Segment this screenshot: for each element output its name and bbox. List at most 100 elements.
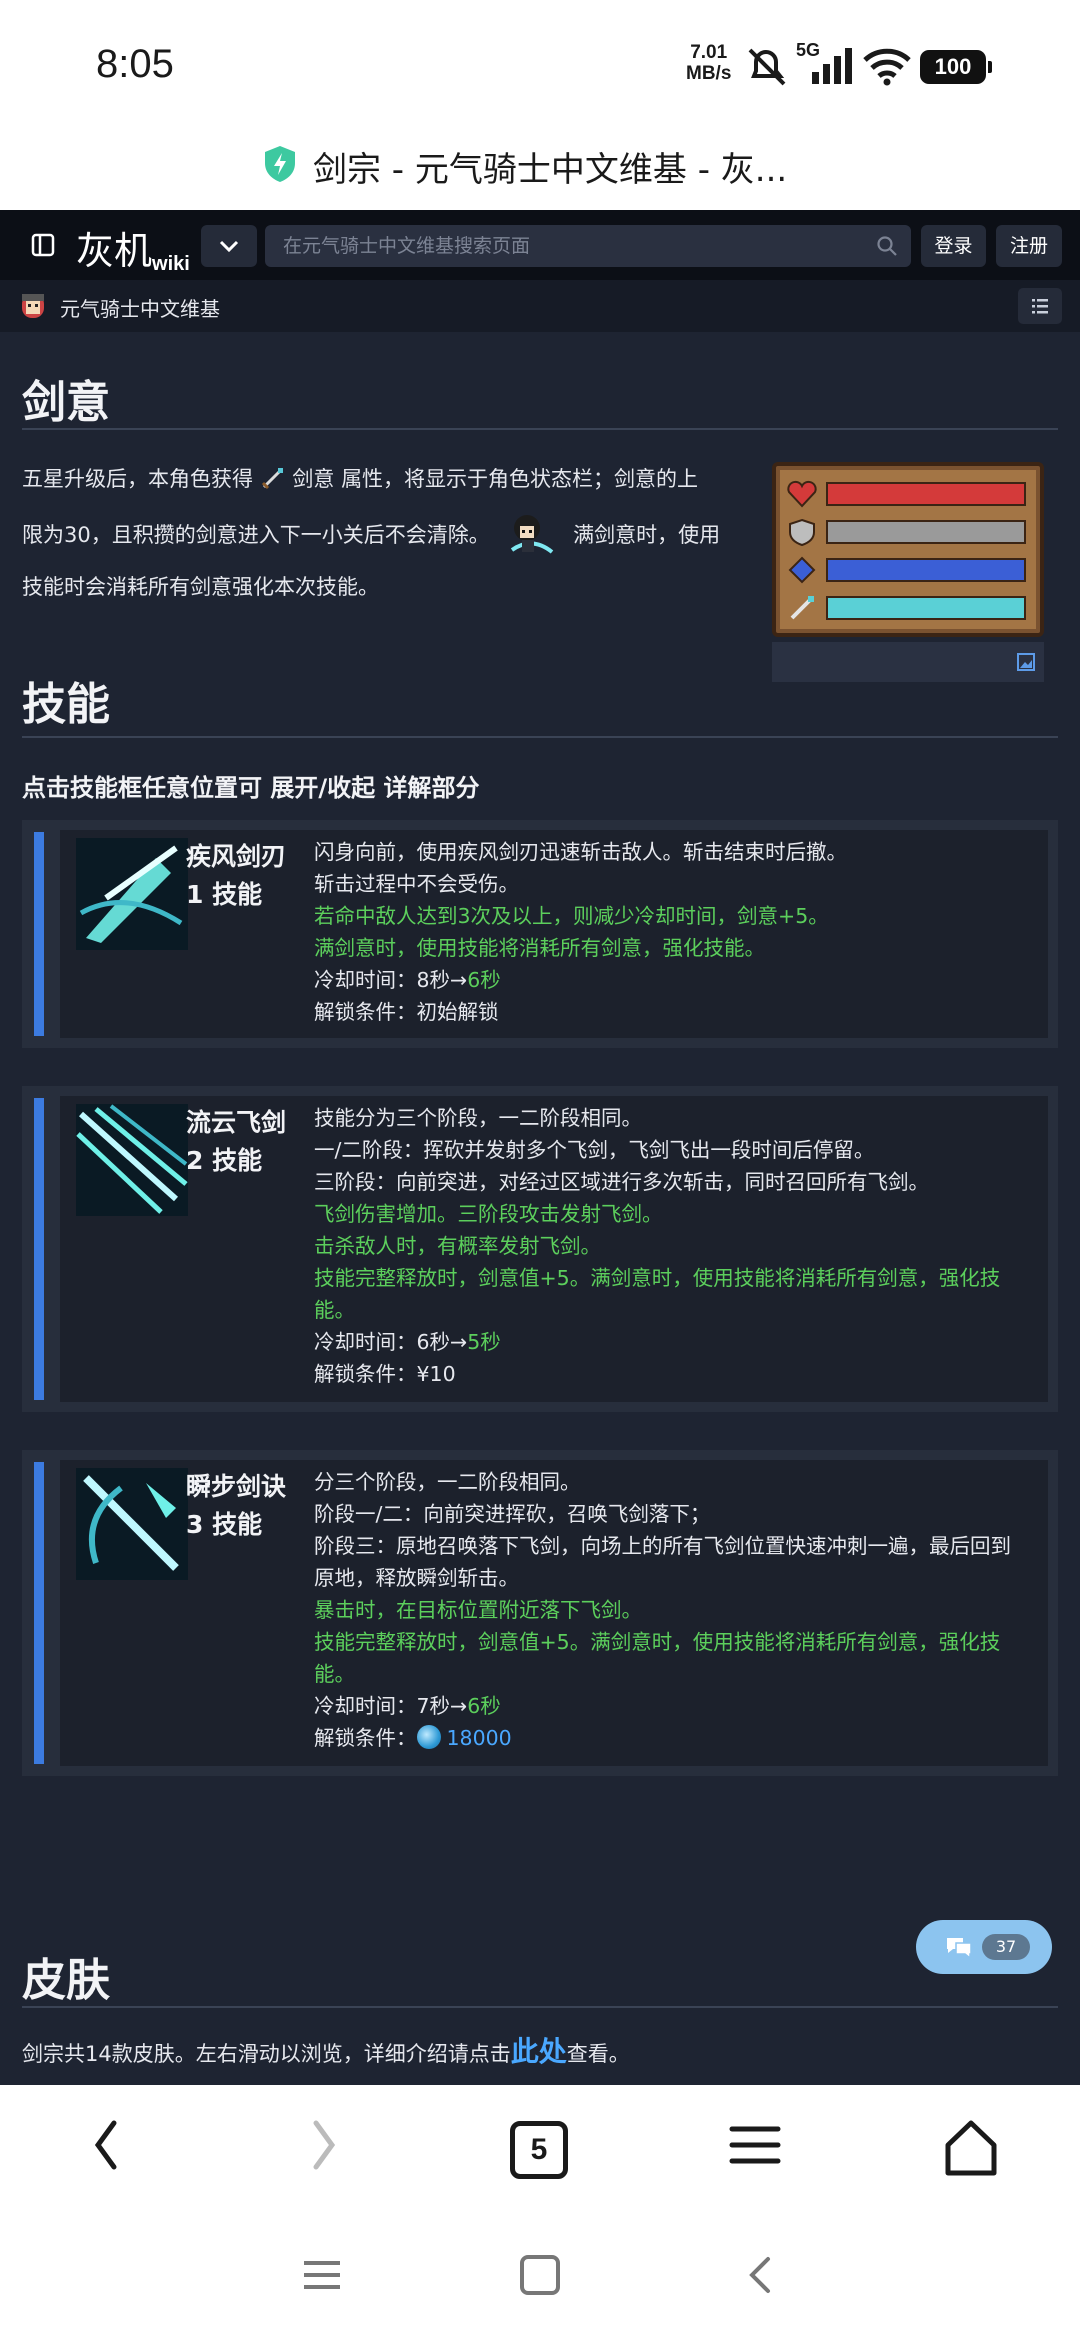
site-menu-dropdown[interactable] — [201, 225, 257, 267]
skill-name: 流云飞剑 2 技能 — [186, 1104, 286, 1180]
login-button[interactable]: 登录 — [921, 225, 986, 267]
system-back-icon[interactable] — [740, 2253, 784, 2297]
para-text: 属性，将显示于角色状态栏；剑意的上 — [341, 467, 699, 491]
heading-divider — [22, 736, 1058, 738]
sidebar-toggle-icon[interactable] — [30, 232, 56, 258]
desc-line: 一/二阶段：挥砍并发射多个飞剑，飞剑飞出一段时间后停留。 — [314, 1138, 875, 1162]
forward-arrow-icon[interactable] — [306, 2115, 340, 2175]
section-heading-skills: 技能 — [22, 679, 110, 730]
skill-accent — [34, 832, 44, 1036]
energy-bar — [826, 558, 1026, 582]
desc-line-enhanced: 击杀敌人时，有概率发射飞剑。 — [314, 1234, 601, 1258]
security-shield-icon — [265, 146, 295, 182]
tabs-button[interactable]: 5 — [510, 2121, 568, 2179]
wiki-avatar-icon[interactable] — [18, 290, 48, 322]
skins-detail-link[interactable]: 此处 — [511, 2035, 567, 2068]
browser-nav-bar: 5 — [0, 2085, 1080, 2215]
site-logo[interactable]: 灰机wiki — [76, 220, 190, 275]
cooldown-line: 冷却时间：8秒→6秒 — [314, 968, 501, 992]
para-text: 技能时会消耗所有剑意强化本次技能。 — [22, 575, 379, 599]
shield-icon — [789, 518, 815, 547]
desc-line-enhanced: 若命中敌人达到3次及以上，则减少冷却时间，剑意+5。 — [314, 904, 829, 928]
armor-bar — [826, 520, 1026, 544]
search-input[interactable]: 在元气骑士中文维基搜索页面 — [265, 225, 911, 267]
desc-line: 阶段三：原地召唤落下飞剑，向场上的所有飞剑位置快速冲刺一遍，最后回到原地，释放瞬… — [314, 1534, 1011, 1590]
desc-line: 斩击过程中不会受伤。 — [314, 872, 519, 896]
skill-tag: 2 技能 — [186, 1146, 263, 1175]
para-text: 限为30，且积攒的剑意进入下一小关后不会清除。 — [22, 523, 490, 547]
skill-accent — [34, 1462, 44, 1764]
register-button[interactable]: 注册 — [996, 225, 1062, 267]
logo-wiki: wiki — [152, 253, 190, 275]
clock: 8:05 — [96, 42, 174, 86]
chat-bubbles-icon — [947, 1938, 972, 1960]
toc-menu-button[interactable] — [1018, 288, 1062, 324]
article-content: 剑意 五星升级后，本角色获得 剑意 属性，将显示于角色状态栏；剑意的上 限为30… — [0, 332, 1080, 2085]
wiki-bar: 元气骑士中文维基 — [0, 280, 1080, 332]
skills-tip: 点击技能框任意位置可 展开/收起 详解部分 — [22, 774, 480, 802]
desc-line-enhanced: 技能完整释放时，剑意值+5。满剑意时，使用技能将消耗所有剑意，强化技能。 — [314, 1266, 1001, 1322]
system-nav-bar — [0, 2215, 1080, 2339]
skill-card-2[interactable]: 流云飞剑 2 技能 技能分为三个阶段，一二阶段相同。 一/二阶段：挥砍并发射多个… — [22, 1086, 1058, 1412]
skill-accent — [34, 1098, 44, 1400]
rate-value: 7.01 — [690, 42, 728, 63]
skill-title: 瞬步剑诀 — [186, 1472, 287, 1501]
search-icon[interactable] — [876, 235, 898, 257]
heart-icon — [787, 480, 817, 508]
skill-title: 流云飞剑 — [186, 1108, 287, 1137]
image-caption — [772, 642, 1044, 682]
skill-name: 疾风剑刃 1 技能 — [186, 838, 286, 914]
status-bar-image[interactable] — [772, 462, 1044, 637]
tabs-count: 5 — [530, 2133, 548, 2166]
energy-crystal-icon — [788, 556, 816, 584]
skill-card-1[interactable]: 疾风剑刃 1 技能 闪身向前，使用疾风剑刃迅速斩击敌人。斩击结束时后撤。 斩击过… — [22, 820, 1058, 1048]
recent-apps-icon[interactable] — [300, 2253, 344, 2297]
wiki-name[interactable]: 元气骑士中文维基 — [60, 293, 220, 322]
comments-button[interactable]: 37 — [916, 1920, 1052, 1974]
energy-row — [786, 556, 1028, 584]
desc-line: 分三个阶段，一二阶段相同。 — [314, 1470, 581, 1494]
menu-icon[interactable] — [726, 2115, 784, 2175]
gale-blade-skill-icon — [76, 838, 188, 950]
cooldown-line: 冷却时间：7秒→6秒 — [314, 1694, 501, 1718]
logo-text: 灰机 — [76, 229, 153, 273]
signal-icon — [812, 48, 852, 84]
desc-line: 闪身向前，使用疾风剑刃迅速斩击敌人。斩击结束时后撤。 — [314, 840, 847, 864]
flying-sword-skill-icon — [76, 1104, 188, 1216]
flash-step-skill-icon — [76, 1468, 188, 1580]
enlarge-image-icon[interactable] — [1016, 652, 1036, 672]
hp-row — [786, 480, 1028, 508]
home-icon[interactable] — [940, 2115, 1002, 2181]
comment-count: 37 — [982, 1934, 1030, 1960]
para-text: 满剑意时，使用 — [573, 523, 721, 547]
list-icon — [1032, 299, 1048, 314]
battery-indicator: 100 — [920, 50, 992, 84]
wifi-icon — [863, 48, 911, 86]
skill-tag: 3 技能 — [186, 1510, 263, 1539]
desc-line-enhanced: 暴击时，在目标位置附近落下飞剑。 — [314, 1598, 642, 1622]
sword-intent-link[interactable]: 剑意 — [292, 467, 334, 491]
skill-description: 分三个阶段，一二阶段相同。 阶段一/二：向前突进挥砍，召唤飞剑落下； 阶段三：原… — [314, 1466, 1026, 1754]
home-square-icon[interactable] — [518, 2253, 562, 2297]
browser-title-bar[interactable]: 剑宗 - 元气骑士中文维基 - 灰... — [0, 130, 1080, 210]
section-heading-skins: 皮肤 — [22, 1955, 110, 2006]
unlock-line: 解锁条件： 18000 — [314, 1725, 512, 1750]
sword-intent-bar — [826, 596, 1026, 620]
gem-icon — [416, 1725, 441, 1749]
back-arrow-icon[interactable] — [90, 2115, 124, 2175]
cooldown-line: 冷却时间：6秒→5秒 — [314, 1330, 501, 1354]
chevron-down-icon — [219, 240, 239, 253]
para-text: 五星升级后，本角色获得 — [22, 467, 253, 491]
mute-bell-icon — [748, 48, 786, 86]
skill-name: 瞬步剑诀 3 技能 — [186, 1468, 286, 1544]
skill-description: 闪身向前，使用疾风剑刃迅速斩击敌人。斩击结束时后撤。 斩击过程中不会受伤。 若命… — [314, 836, 1026, 1028]
skill-card-3[interactable]: 瞬步剑诀 3 技能 分三个阶段，一二阶段相同。 阶段一/二：向前突进挥砍，召唤飞… — [22, 1450, 1058, 1776]
desc-line-enhanced: 技能完整释放时，剑意值+5。满剑意时，使用技能将消耗所有剑意，强化技能。 — [314, 1630, 1001, 1686]
skill-tag: 1 技能 — [186, 880, 263, 909]
desc-line: 阶段一/二：向前突进挥砍，召唤飞剑落下； — [314, 1502, 711, 1526]
unlock-line: 解锁条件：初始解锁 — [314, 1000, 499, 1024]
skill-title: 疾风剑刃 — [186, 842, 287, 871]
sword-icon — [790, 596, 814, 620]
network-rate: 7.01 MB/s — [686, 42, 731, 84]
desc-line: 三阶段：向前突进，对经过区域进行多次斩击，同时召回所有飞剑。 — [314, 1170, 929, 1194]
